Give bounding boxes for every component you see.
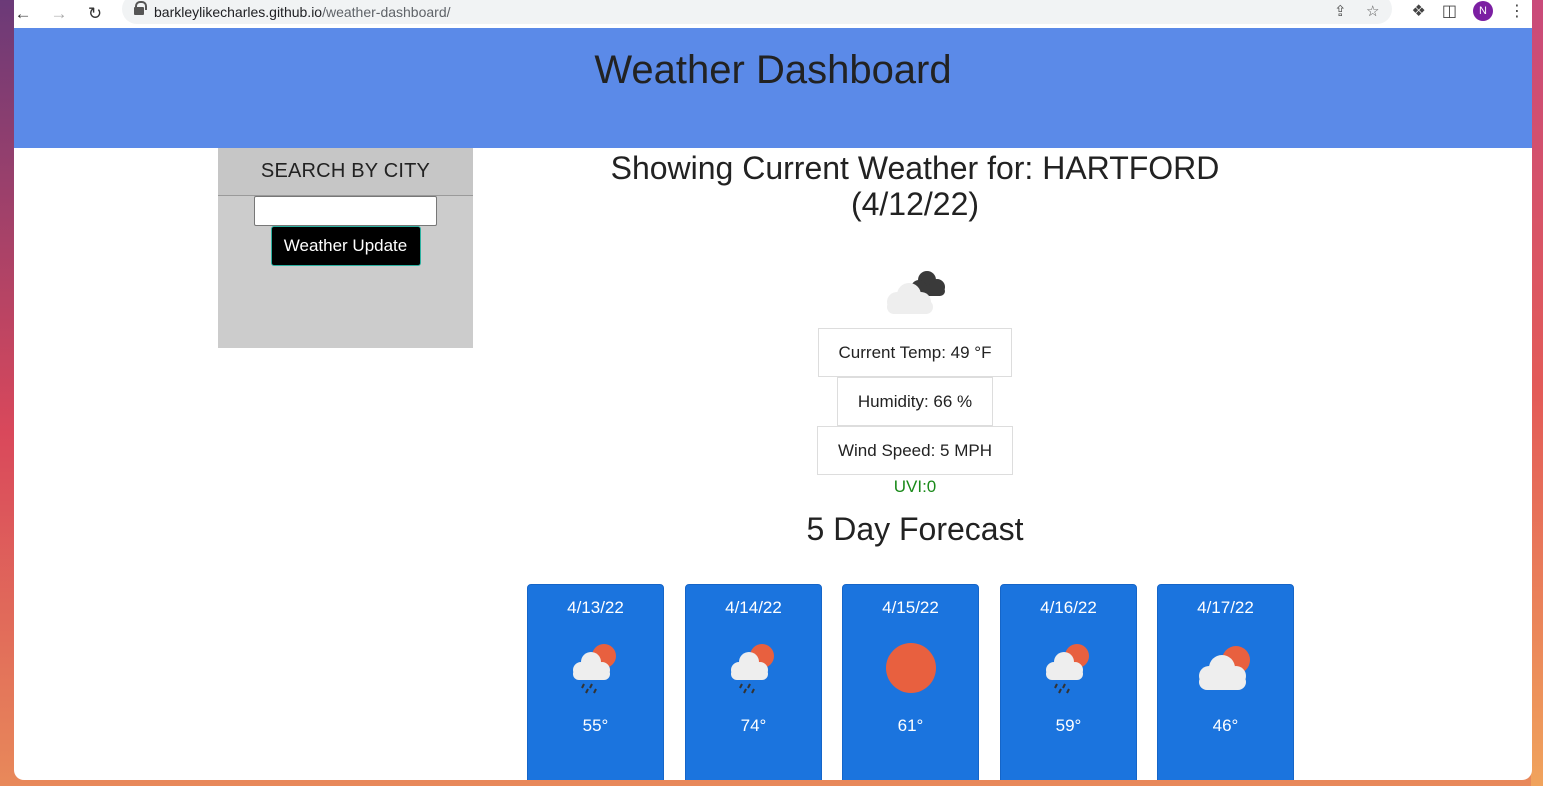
- desktop-edge: [1531, 0, 1543, 786]
- city-search-input[interactable]: [254, 196, 437, 226]
- forecast-date: 4/13/22: [567, 598, 624, 617]
- forecast-cards: 4/13/22 55° 4/14/22 74° 4/15/22 61° 4/16…: [514, 584, 1316, 780]
- forecast-card: 4/13/22 55°: [527, 584, 664, 780]
- rain-sun-icon: [1045, 644, 1089, 694]
- cloudy-icon: [887, 271, 945, 314]
- search-panel-title: SEARCH BY CITY: [218, 148, 473, 196]
- forecast-temp: 61°: [897, 716, 924, 735]
- current-weather-title: Showing Current Weather for: HARTFORD (4…: [610, 150, 1220, 222]
- forecast-card: 4/14/22 74°: [685, 584, 822, 780]
- forecast-date: 4/14/22: [725, 598, 782, 617]
- forecast-temp: 59°: [1055, 716, 1082, 735]
- forward-button[interactable]: →: [46, 3, 72, 25]
- cloud-sun-icon: [1198, 646, 1250, 690]
- bookmark-star-icon[interactable]: ☆: [1366, 2, 1379, 20]
- menu-kebab-icon[interactable]: ⋮: [1509, 1, 1525, 21]
- search-panel: SEARCH BY CITY Weather Update: [218, 148, 473, 348]
- share-icon[interactable]: ⇪: [1334, 2, 1347, 20]
- forecast-date: 4/17/22: [1197, 598, 1254, 617]
- toolbar-actions: ❖ ◫ N ⋮: [1412, 0, 1525, 22]
- current-stats: Current Temp: 49 °F Humidity: 66 % Wind …: [816, 328, 1013, 475]
- url-text: barkleylikecharles.github.io/weather-das…: [154, 4, 451, 20]
- address-bar[interactable]: barkleylikecharles.github.io/weather-das…: [122, 0, 1392, 24]
- weather-update-button[interactable]: Weather Update: [270, 226, 421, 266]
- extensions-puzzle-icon[interactable]: ❖: [1412, 1, 1426, 21]
- forecast-card: 4/17/22 46°: [1157, 584, 1294, 780]
- main-content: Showing Current Weather for: HARTFORD (4…: [514, 148, 1316, 780]
- current-humidity: Humidity: 66 %: [836, 377, 994, 426]
- page-header: Weather Dashboard: [14, 28, 1532, 148]
- page-title: Weather Dashboard: [594, 48, 952, 92]
- rain-sun-icon: [572, 644, 616, 694]
- uv-index: UVI:0: [893, 477, 937, 496]
- current-temp: Current Temp: 49 °F: [817, 328, 1013, 377]
- sun-icon: [885, 643, 936, 693]
- forecast-temp: 74°: [740, 716, 767, 735]
- forecast-title: 5 Day Forecast: [806, 511, 1024, 547]
- rain-sun-icon: [730, 644, 774, 694]
- reload-button[interactable]: ↻: [82, 3, 108, 25]
- forecast-date: 4/15/22: [882, 598, 939, 617]
- forecast-temp: 46°: [1212, 716, 1239, 735]
- forecast-date: 4/16/22: [1040, 598, 1097, 617]
- back-button[interactable]: ←: [14, 3, 36, 25]
- profile-avatar[interactable]: N: [1473, 1, 1493, 21]
- forecast-card: 4/15/22 61°: [842, 584, 979, 780]
- browser-toolbar: ← → ↻ barkleylikecharles.github.io/weath…: [14, 0, 1532, 28]
- browser-window: ← → ↻ barkleylikecharles.github.io/weath…: [14, 0, 1532, 780]
- current-wind-speed: Wind Speed: 5 MPH: [816, 426, 1013, 475]
- lock-icon: [134, 1, 147, 18]
- forecast-card: 4/16/22 59°: [1000, 584, 1137, 780]
- forecast-temp: 55°: [582, 716, 609, 735]
- side-panel-icon[interactable]: ◫: [1442, 1, 1457, 21]
